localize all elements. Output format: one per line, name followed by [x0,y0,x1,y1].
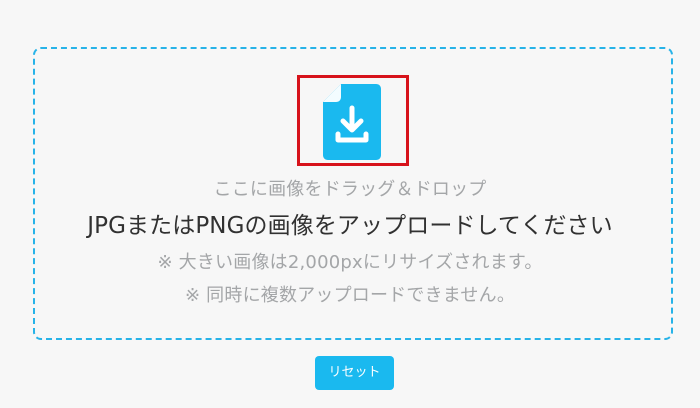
multiple-upload-note: ※ 同時に複数アップロードできません。 [184,285,516,306]
reset-button[interactable]: リセット [315,356,394,390]
upload-page: ここに画像をドラッグ＆ドロップ JPGまたはPNGの画像をアップロードしてくださ… [0,0,700,408]
upload-main-instruction: JPGまたはPNGの画像をアップロードしてください [87,213,613,239]
resize-note: ※ 大きい画像は2,000pxにリサイズされます。 [157,252,543,273]
file-download-icon[interactable] [323,84,381,160]
drag-drop-instruction: ここに画像をドラッグ＆ドロップ [213,179,487,200]
